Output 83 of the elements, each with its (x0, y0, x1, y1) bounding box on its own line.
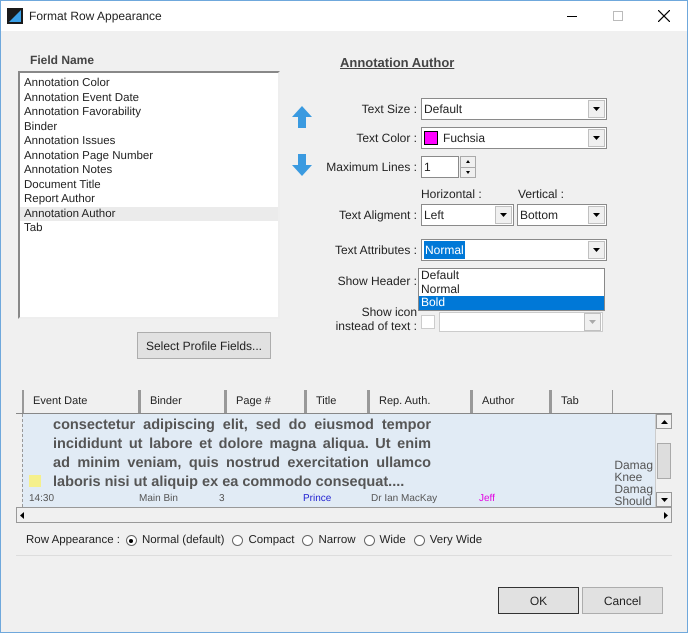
radio-option[interactable]: Very Wide (414, 532, 482, 550)
window-title: Format Row Appearance (29, 8, 162, 25)
select-profile-fields-button[interactable]: Select Profile Fields... (137, 332, 271, 359)
note-line: Should (614, 495, 652, 507)
list-item[interactable]: Tab (20, 221, 278, 236)
caret-icon (500, 212, 507, 216)
app-logo-icon (7, 8, 23, 24)
field-label: Text Attributes : (334, 242, 417, 258)
horizontal-scrollbar[interactable] (16, 507, 672, 523)
spin-up-icon[interactable] (466, 160, 470, 163)
dropdown-arrow-button[interactable] (495, 206, 512, 224)
caret-icon (593, 212, 600, 216)
field-label: Text Color : (355, 130, 417, 146)
list-item[interactable]: Annotation Event Date (20, 90, 278, 105)
radio-button[interactable] (414, 535, 425, 546)
row-cell-text: Dr Ian MacKay (371, 493, 438, 504)
ok-button[interactable]: OK (498, 587, 579, 614)
list-item[interactable]: Annotation Page Number (20, 148, 278, 163)
dropdown-field[interactable]: Left (421, 204, 514, 226)
note-text: consectetur adipiscing elit, sed do eiusmod tempor incididunt ut labore et dolore magna aliqua. Ut enim ad minim veniam, quis nostrud exercitation ullamco laboris nisi ut aliquip ex ea commodo consequat.... (53, 416, 431, 492)
scroll-left-icon[interactable] (20, 512, 24, 518)
radio-button[interactable] (302, 535, 314, 546)
row-cell-text: 14:30 (29, 493, 56, 504)
number-field[interactable]: 1 (421, 156, 459, 178)
field-label: Show Header : (336, 272, 417, 290)
spinner-control[interactable] (460, 156, 476, 178)
list-header: Field Name (30, 52, 96, 69)
scroll-right-icon[interactable] (664, 512, 668, 518)
vertical-scrollbar[interactable] (655, 414, 672, 507)
dropdown-arrow-button[interactable] (588, 100, 605, 118)
row-cell-text: Main Bin (139, 493, 179, 504)
scroll-down-icon[interactable] (660, 498, 668, 502)
radio-option[interactable]: Normal (default) (126, 532, 224, 550)
vertical-label: Vertical : (518, 186, 564, 202)
dropdown-field[interactable]: Fuchsia (421, 126, 607, 148)
dropdown-field[interactable]: Bottom (517, 204, 607, 226)
up-arrow-icon[interactable] (292, 106, 312, 128)
dropdown-arrow-button[interactable] (588, 206, 605, 224)
field-label: Text Aligment : (338, 206, 417, 224)
row-cell-text: 3 (219, 493, 226, 504)
horizontal-label: Horizontal : (421, 186, 483, 202)
list-item[interactable]: Annotation Color (20, 76, 278, 90)
field-label: Maximum Lines : (325, 158, 417, 176)
radio-option[interactable]: Compact (232, 532, 294, 550)
radio-button[interactable] (126, 535, 137, 546)
row-appearance-label: Row Appearance : (26, 532, 120, 548)
row-cell-text: Jeff (479, 493, 496, 504)
list-item[interactable]: Annotation Issues (20, 134, 278, 148)
dropdown-option[interactable]: Normal (419, 282, 604, 296)
field-label: Show icon instead of text : (334, 304, 417, 332)
note-line: Damag (614, 459, 653, 471)
list-item[interactable]: Annotation Notes (20, 163, 278, 178)
note-line: Damag (614, 483, 653, 495)
list-item[interactable]: Report Author (20, 192, 278, 206)
cancel-button[interactable]: Cancel (582, 587, 663, 614)
list-item[interactable]: Annotation Author (20, 206, 278, 221)
field-label: Text Size : (360, 100, 417, 118)
note-line: Knee (614, 471, 642, 483)
caret-icon (589, 320, 596, 324)
radio-option[interactable]: Wide (364, 532, 406, 550)
dropdown-field[interactable]: Normal (421, 238, 607, 260)
dropdown-field[interactable]: Default (421, 98, 607, 120)
color-name: Fuchsia (443, 130, 486, 146)
caret-icon (593, 248, 600, 252)
row-cell-text: Prince (303, 493, 332, 504)
dropdown-option[interactable]: Default (419, 269, 604, 282)
section-title: Annotation Author (340, 54, 454, 72)
list-item[interactable]: Document Title (20, 178, 278, 192)
scroll-up-icon[interactable] (660, 420, 668, 424)
dropdown-option[interactable]: Bold (419, 296, 604, 310)
radio-button[interactable] (364, 535, 375, 546)
radio-button[interactable] (232, 535, 244, 546)
dropdown-arrow-button[interactable] (588, 240, 605, 258)
caret-icon (593, 106, 600, 110)
checkbox[interactable] (421, 314, 435, 328)
down-arrow-icon[interactable] (292, 154, 312, 176)
spin-down-icon[interactable] (466, 170, 470, 174)
list-item[interactable]: Binder (20, 120, 278, 134)
list-item[interactable]: Annotation Favorability (20, 105, 278, 120)
selected-value: Normal (424, 240, 465, 258)
radio-option[interactable]: Narrow (302, 532, 356, 550)
caret-icon (593, 136, 600, 140)
dropdown-arrow-button[interactable] (588, 128, 605, 146)
